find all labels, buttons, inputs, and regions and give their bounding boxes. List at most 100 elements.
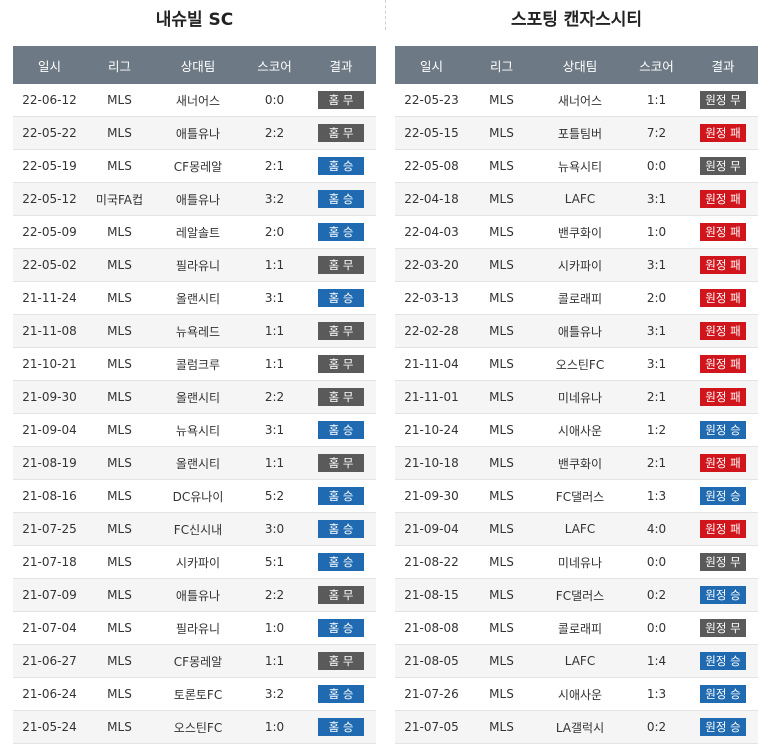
date-cell: 22-05-12 (22, 192, 77, 206)
score-cell: 0:0 (646, 159, 667, 173)
opponent-cell: 시카파이 (557, 258, 603, 273)
result-badge: 원정 무 (700, 619, 746, 637)
result-cell: 홈 승 (306, 421, 376, 439)
league-cell: MLS (107, 456, 132, 470)
table-row: 22-03-13 MLS 콜로래피 2:0 원정 패 (395, 282, 758, 315)
league-cell: MLS (489, 159, 514, 173)
score-cell: 1:3 (646, 687, 667, 701)
league-cell: MLS (107, 588, 132, 602)
table-row: 21-08-19 MLS 올랜시티 1:1 홈 무 (13, 447, 376, 480)
opponent-cell: 토론토FC (173, 687, 223, 702)
opponent-cell: 오스틴FC (173, 720, 223, 735)
date-cell: 22-05-02 (22, 258, 77, 272)
score-cell: 1:0 (646, 225, 667, 239)
result-badge: 원정 무 (700, 91, 746, 109)
league-cell: MLS (489, 390, 514, 404)
score-cell: 2:1 (264, 159, 285, 173)
opponent-cell: LA갤럭시 (555, 720, 605, 735)
opponent-cell: 애틀유나 (557, 324, 603, 339)
score-cell: 1:0 (264, 621, 285, 635)
league-cell: MLS (489, 357, 514, 371)
result-badge: 홈 무 (318, 388, 364, 406)
table-row: 21-08-05 MLS LAFC 1:4 원정 승 (395, 645, 758, 678)
table-row: 21-07-05 MLS LA갤럭시 0:2 원정 승 (395, 711, 758, 744)
league-cell: MLS (489, 93, 514, 107)
opponent-cell: 콜로래피 (557, 291, 603, 306)
date-cell: 21-10-18 (404, 456, 459, 470)
table-row: 21-11-01 MLS 미네유나 2:1 원정 패 (395, 381, 758, 414)
result-cell: 원정 패 (688, 223, 758, 241)
result-badge: 원정 승 (700, 487, 746, 505)
opponent-cell: LAFC (564, 522, 596, 536)
opponent-cell: 올랜시티 (175, 390, 221, 405)
result-cell: 홈 승 (306, 718, 376, 736)
date-cell: 21-07-09 (22, 588, 77, 602)
result-badge: 원정 패 (700, 454, 746, 472)
result-badge: 홈 승 (318, 421, 364, 439)
opponent-cell: 뉴욕시티 (175, 423, 221, 438)
result-badge: 홈 무 (318, 124, 364, 142)
date-cell: 21-08-16 (22, 489, 77, 503)
table-header: 일시 리그 상대팀 스코어 결과 (395, 46, 758, 84)
league-cell: MLS (489, 720, 514, 734)
result-cell: 원정 승 (688, 421, 758, 439)
league-cell: MLS (489, 489, 514, 503)
league-cell: MLS (107, 423, 132, 437)
league-cell: MLS (489, 225, 514, 239)
score-cell: 1:1 (646, 93, 667, 107)
result-cell: 홈 무 (306, 256, 376, 274)
result-cell: 원정 승 (688, 718, 758, 736)
team-title: 스포팅 캔자스시티 (510, 10, 643, 30)
league-cell: MLS (489, 192, 514, 206)
left-team-panel: 내슈빌 SC 일시 리그 상대팀 스코어 결과 22-06-12 MLS 새너어스 0… (13, 0, 376, 744)
result-cell: 원정 패 (688, 520, 758, 538)
result-cell: 홈 무 (306, 322, 376, 340)
league-cell: MLS (107, 357, 132, 371)
result-badge: 원정 승 (700, 718, 746, 736)
result-badge: 원정 승 (700, 421, 746, 439)
score-cell: 5:2 (264, 489, 285, 503)
table-row: 22-05-19 MLS CF몽레알 2:1 홈 승 (13, 150, 376, 183)
opponent-cell: 애틀유나 (175, 126, 221, 141)
league-cell: MLS (107, 291, 132, 305)
table-row: 21-09-30 MLS 올랜시티 2:2 홈 무 (13, 381, 376, 414)
result-badge: 홈 승 (318, 718, 364, 736)
league-cell: MLS (107, 159, 132, 173)
table-header: 일시 리그 상대팀 스코어 결과 (13, 46, 376, 84)
result-cell: 홈 무 (306, 91, 376, 109)
league-cell: MLS (489, 324, 514, 338)
team-title: 내슈빌 SC (155, 10, 234, 30)
date-cell: 21-07-04 (22, 621, 77, 635)
league-cell: MLS (489, 423, 514, 437)
header-opponent: 상대팀 (180, 58, 216, 74)
result-badge: 원정 패 (700, 190, 746, 208)
date-cell: 22-05-09 (22, 225, 77, 239)
date-cell: 21-09-04 (404, 522, 459, 536)
table-row: 21-11-04 MLS 오스틴FC 3:1 원정 패 (395, 348, 758, 381)
result-cell: 홈 승 (306, 685, 376, 703)
league-cell: MLS (107, 654, 132, 668)
league-cell: MLS (489, 291, 514, 305)
date-cell: 21-11-08 (22, 324, 77, 338)
table-row: 21-06-27 MLS CF몽레알 1:1 홈 무 (13, 645, 376, 678)
table-row: 22-05-23 MLS 새너어스 1:1 원정 무 (395, 84, 758, 117)
date-cell: 21-08-15 (404, 588, 459, 602)
result-badge: 홈 무 (318, 322, 364, 340)
result-cell: 홈 승 (306, 520, 376, 538)
score-cell: 2:2 (264, 390, 285, 404)
table-row: 21-06-24 MLS 토론토FC 3:2 홈 승 (13, 678, 376, 711)
date-cell: 21-06-27 (22, 654, 77, 668)
result-badge: 홈 승 (318, 520, 364, 538)
result-cell: 원정 패 (688, 388, 758, 406)
date-cell: 22-02-28 (404, 324, 459, 338)
date-cell: 21-06-24 (22, 687, 77, 701)
date-cell: 21-09-30 (22, 390, 77, 404)
result-cell: 홈 승 (306, 487, 376, 505)
header-result: 결과 (329, 58, 353, 74)
result-cell: 원정 승 (688, 685, 758, 703)
score-cell: 2:1 (646, 390, 667, 404)
opponent-cell: LAFC (564, 654, 596, 668)
table-row: 22-05-12 미국FA컵 애틀유나 3:2 홈 승 (13, 183, 376, 216)
match-table-body: 22-05-23 MLS 새너어스 1:1 원정 무 22-05-15 MLS 포틀팀버 7:2… (395, 84, 758, 744)
score-cell: 3:1 (646, 258, 667, 272)
